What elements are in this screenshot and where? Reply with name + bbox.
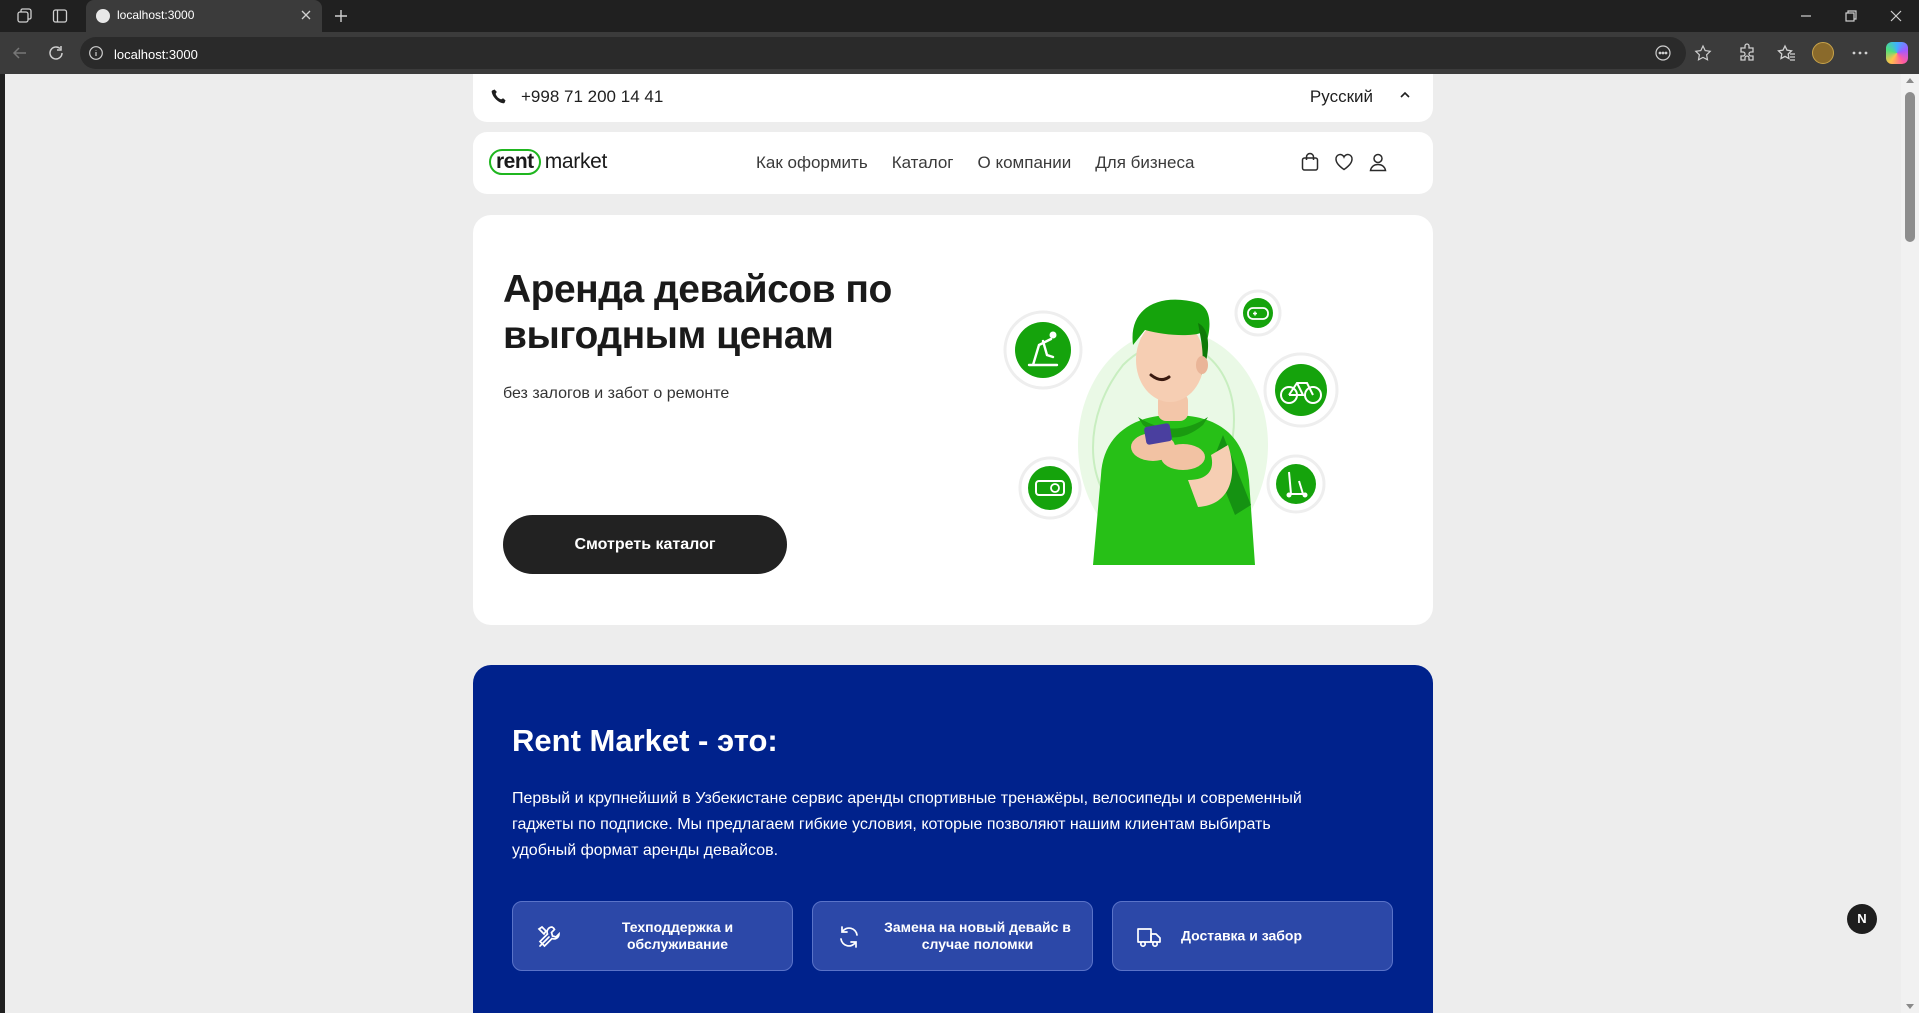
nav-for-business[interactable]: Для бизнеса: [1095, 153, 1194, 173]
profile-avatar[interactable]: [1812, 42, 1834, 64]
feature-card-replacement[interactable]: Замена на новый девайс в случае поломки: [812, 901, 1093, 971]
about-section: Rent Market - это: Первый и крупнейший в…: [473, 665, 1433, 1013]
feature-label: Замена на новый девайс в случае поломки: [884, 919, 1071, 952]
logo-market: market: [544, 150, 608, 173]
feature-label: Доставка и забор: [1181, 927, 1303, 944]
projector-bubble: [1018, 456, 1082, 520]
truck-icon: [1137, 928, 1161, 948]
extensions-icon[interactable]: [1737, 43, 1757, 63]
about-title: Rent Market - это:: [512, 723, 778, 758]
nav-how-to-order[interactable]: Как оформить: [756, 153, 868, 173]
url-text[interactable]: localhost:3000: [114, 47, 198, 62]
tab-actions-icon[interactable]: [51, 7, 69, 25]
reload-icon[interactable]: [46, 43, 66, 63]
main-nav: Как оформить Каталог О компании Для бизн…: [756, 153, 1194, 173]
scroll-down-arrow[interactable]: [1906, 1004, 1914, 1009]
refresh-icon: [840, 926, 858, 948]
site-header: rent market Как оформить Каталог О компа…: [473, 132, 1433, 194]
feature-card-delivery[interactable]: Доставка и забор: [1112, 901, 1393, 971]
new-tab-icon[interactable]: [331, 6, 351, 26]
scooter-bubble: [1266, 454, 1326, 514]
scroll-up-arrow[interactable]: [1906, 78, 1914, 83]
heart-icon[interactable]: [1333, 151, 1355, 173]
user-icon[interactable]: [1367, 151, 1389, 173]
language-selector[interactable]: Русский: [1310, 87, 1373, 107]
site-logo[interactable]: rent market: [489, 148, 607, 176]
feature-label: Техподдержка и обслуживание: [621, 919, 734, 952]
tracking-prevention-icon[interactable]: [1654, 44, 1672, 62]
nav-about-company[interactable]: О компании: [978, 153, 1072, 173]
close-tab-icon[interactable]: [298, 7, 314, 23]
favorites-icon[interactable]: [1777, 43, 1797, 63]
cart-icon[interactable]: [1299, 151, 1321, 173]
more-menu-icon[interactable]: [1850, 43, 1870, 63]
minimize-icon[interactable]: [1797, 7, 1815, 25]
about-description: Первый и крупнейший в Узбекистане сервис…: [512, 790, 1302, 859]
favorite-star-icon[interactable]: [1694, 44, 1712, 62]
gamepad-bubble: [1234, 289, 1282, 337]
page-viewport: +998 71 200 14 41 Русский rent market Ка…: [5, 74, 1901, 1013]
hero-section: Аренда девайсов по выгодным ценам без за…: [473, 215, 1433, 625]
site-info-icon[interactable]: [88, 45, 104, 61]
logo-rent: rent: [489, 149, 541, 175]
close-window-icon[interactable]: [1887, 7, 1905, 25]
tab-title: localhost:3000: [117, 8, 195, 22]
nextjs-devtools-button[interactable]: N: [1847, 904, 1877, 934]
treadmill-bubble: [1003, 310, 1083, 390]
page-scrollbar[interactable]: [1901, 74, 1919, 1013]
nav-catalog[interactable]: Каталог: [892, 153, 954, 173]
phone-number[interactable]: +998 71 200 14 41: [521, 87, 663, 107]
scroll-thumb[interactable]: [1905, 92, 1915, 242]
hero-illustration: [1003, 289, 1339, 565]
tools-icon: [537, 925, 560, 948]
workspaces-icon[interactable]: [15, 7, 33, 25]
site-favicon-icon: [96, 9, 110, 23]
browser-address-bar: localhost:3000: [0, 32, 1919, 74]
view-catalog-button[interactable]: Смотреть каталог: [503, 515, 787, 574]
copilot-icon[interactable]: [1886, 42, 1908, 64]
bicycle-bubble: [1263, 352, 1339, 428]
feature-card-support[interactable]: Техподдержка и обслуживание: [512, 901, 793, 971]
restore-icon[interactable]: [1842, 7, 1860, 25]
chevron-up-icon[interactable]: [1397, 87, 1413, 103]
browser-tab-bar: localhost:3000: [0, 0, 1919, 32]
url-field[interactable]: [80, 37, 1686, 69]
hero-subtitle: без залогов и забот о ремонте: [503, 385, 730, 402]
phone-icon: [491, 89, 506, 104]
back-icon[interactable]: [10, 43, 30, 63]
contact-bar: +998 71 200 14 41 Русский: [473, 74, 1433, 122]
browser-tab-active[interactable]: localhost:3000: [86, 0, 322, 32]
hero-title: Аренда девайсов по выгодным ценам: [503, 268, 892, 357]
